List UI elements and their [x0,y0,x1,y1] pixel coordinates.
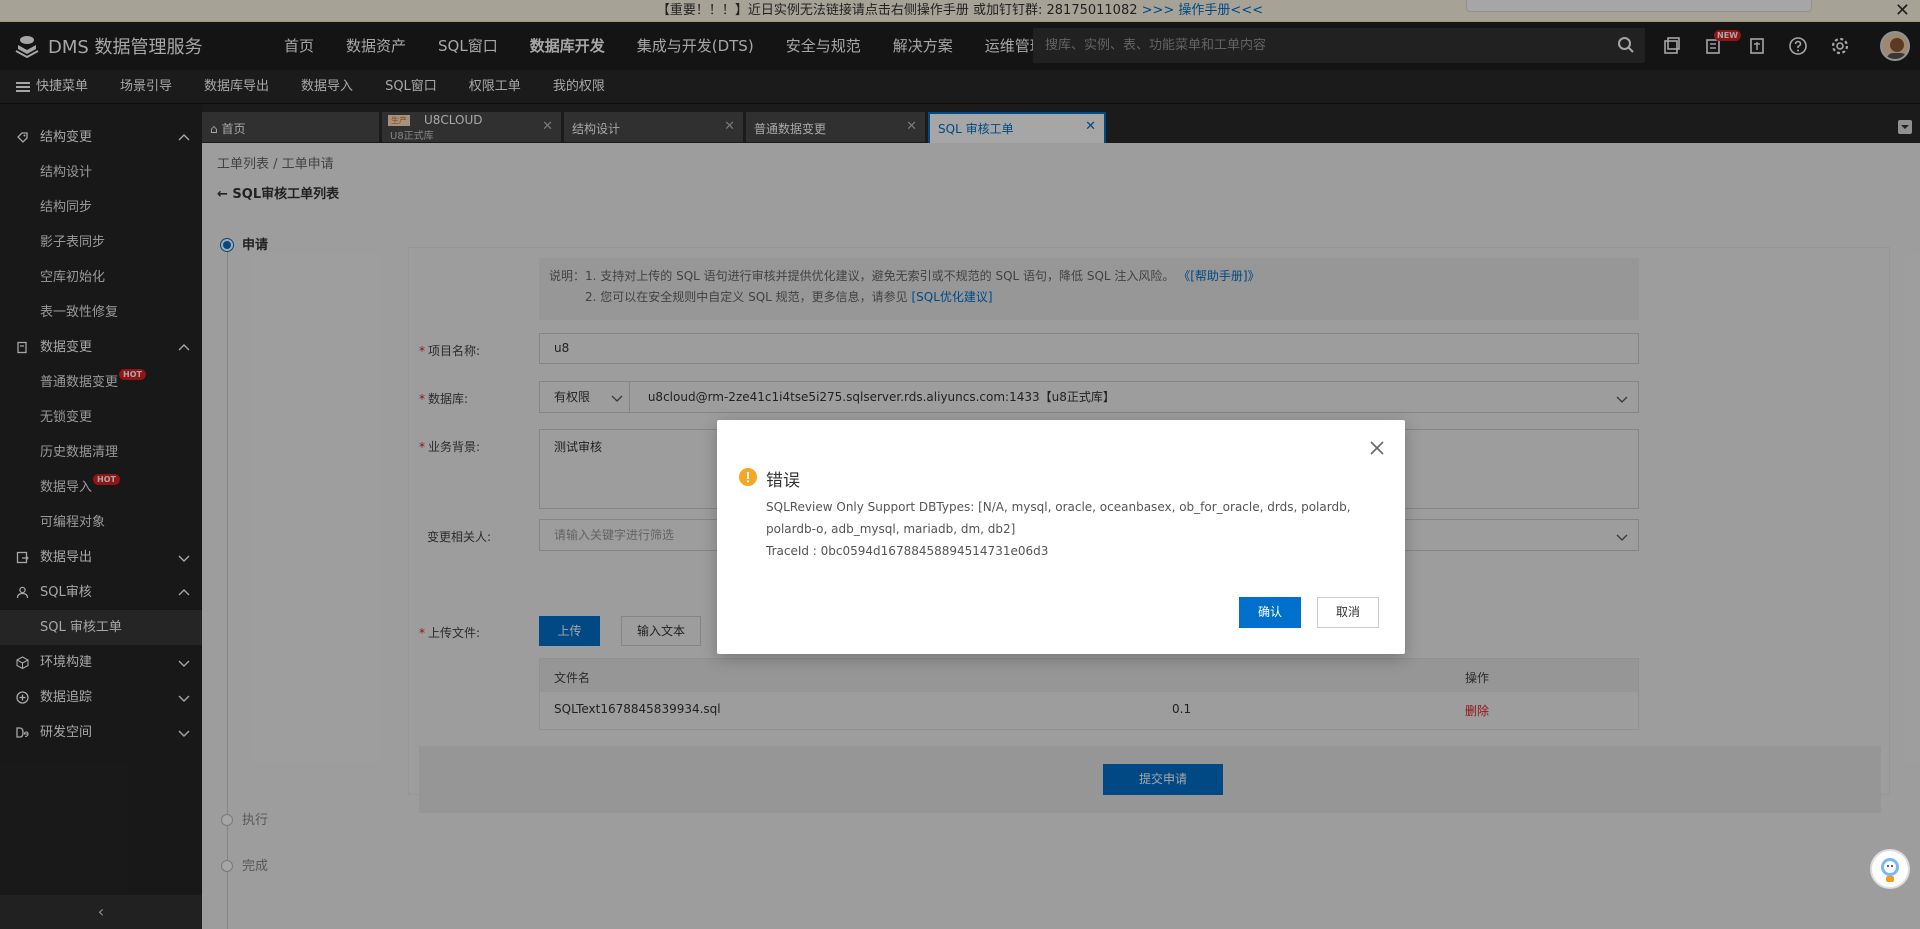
assistant-button[interactable] [1870,849,1910,889]
trace-id: TraceId : 0bc0594d16788458894514731e06d3 [766,544,1049,558]
error-detail: SQLReview Only Support DBTypes: [N/A, my… [766,500,1351,536]
error-dialog: 错误 SQLReview Only Support DBTypes: [N/A,… [717,420,1405,654]
cancel-button[interactable]: 取消 [1317,597,1379,628]
assistant-icon [1881,858,1899,882]
close-icon[interactable] [1369,440,1385,456]
dialog-title: 错误 [766,471,800,491]
confirm-button[interactable]: 确认 [1239,597,1301,628]
warning-icon [739,468,757,486]
dialog-message: SQLReview Only Support DBTypes: [N/A, my… [766,496,1366,562]
